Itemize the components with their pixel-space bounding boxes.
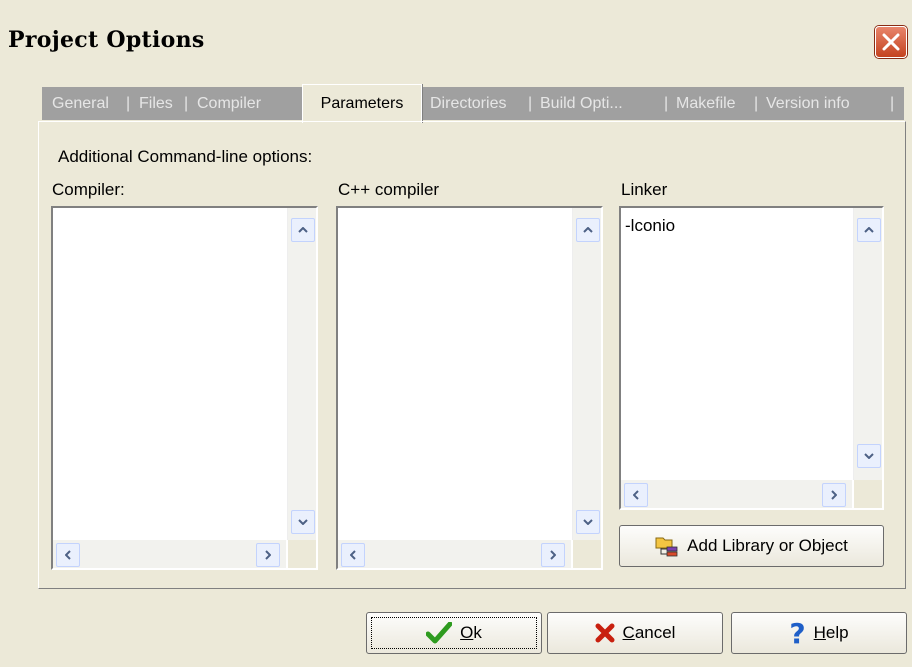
scroll-down-button[interactable] <box>576 510 600 534</box>
scroll-up-button[interactable] <box>576 218 600 242</box>
tab-strip: General | Files | Compiler Directories |… <box>42 87 904 120</box>
tab-makefile[interactable]: Makefile <box>676 87 736 120</box>
scroll-left-arrow-icon <box>65 550 71 560</box>
cancel-button[interactable]: Cancel <box>547 612 723 654</box>
add-library-button[interactable]: Add Library or Object <box>619 525 884 567</box>
folder-library-icon <box>655 535 679 557</box>
scroll-down-arrow-icon <box>864 453 874 459</box>
tab-parameters[interactable]: Parameters <box>302 84 422 123</box>
horizontal-scrollbar[interactable] <box>53 540 286 568</box>
tab-separator: | <box>126 95 131 112</box>
tab-files[interactable]: Files <box>139 87 173 120</box>
compiler-options-textarea[interactable] <box>51 206 318 570</box>
vertical-scrollbar[interactable] <box>287 208 316 540</box>
scroll-right-button[interactable] <box>541 543 565 567</box>
tab-separator: | <box>890 95 895 112</box>
vertical-scrollbar[interactable] <box>853 208 882 480</box>
scroll-right-button[interactable] <box>256 543 280 567</box>
tab-version-info[interactable]: Version info <box>766 87 850 120</box>
scroll-left-button[interactable] <box>624 483 648 507</box>
linker-label: Linker <box>621 180 668 199</box>
x-icon <box>595 623 615 643</box>
tab-separator: | <box>528 95 533 112</box>
help-label: elp <box>825 623 849 642</box>
scroll-up-button[interactable] <box>291 218 315 242</box>
scroll-left-arrow-icon <box>350 550 356 560</box>
scroll-left-arrow-icon <box>633 490 639 500</box>
scroll-right-button[interactable] <box>822 483 846 507</box>
command-line-heading: Additional Command-line options: <box>58 147 313 166</box>
scroll-up-arrow-icon <box>583 227 593 233</box>
scroll-right-arrow-icon <box>550 550 556 560</box>
ok-mnemonic: O <box>460 623 474 642</box>
scroll-up-arrow-icon <box>864 227 874 233</box>
cancel-label: ancel <box>634 623 676 642</box>
scroll-left-button[interactable] <box>56 543 80 567</box>
scroll-left-button[interactable] <box>341 543 365 567</box>
tab-compiler[interactable]: Compiler <box>197 87 261 120</box>
scrollbar-corner <box>854 480 882 508</box>
window-title: Project Options <box>8 27 205 53</box>
tab-separator: | <box>754 95 759 112</box>
ok-label: k <box>473 623 482 642</box>
cancel-mnemonic: C <box>622 623 635 642</box>
scroll-right-arrow-icon <box>265 550 271 560</box>
close-icon <box>882 33 900 51</box>
help-button[interactable]: ? Help <box>731 612 907 654</box>
scroll-up-button[interactable] <box>857 218 881 242</box>
scroll-down-arrow-icon <box>583 519 593 525</box>
scroll-down-arrow-icon <box>298 519 308 525</box>
scroll-right-arrow-icon <box>831 490 837 500</box>
question-icon: ? <box>789 616 806 650</box>
scroll-down-button[interactable] <box>857 444 881 468</box>
scrollbar-corner <box>288 540 316 568</box>
linker-options-textarea[interactable]: -lconio <box>619 206 884 510</box>
scroll-down-button[interactable] <box>291 510 315 534</box>
ok-button[interactable]: Ok <box>366 612 542 654</box>
close-button[interactable] <box>875 26 907 58</box>
tab-general[interactable]: General <box>52 87 109 120</box>
cpp-compiler-options-textarea[interactable] <box>336 206 603 570</box>
add-library-label: Add Library or Object <box>687 536 848 555</box>
checkmark-icon <box>426 622 453 644</box>
tab-separator: | <box>184 95 189 112</box>
horizontal-scrollbar[interactable] <box>338 540 571 568</box>
horizontal-scrollbar[interactable] <box>621 480 852 508</box>
scrollbar-corner <box>573 540 601 568</box>
help-mnemonic: H <box>813 623 826 642</box>
scroll-up-arrow-icon <box>298 227 308 233</box>
tab-directories[interactable]: Directories <box>430 87 506 120</box>
compiler-label: Compiler: <box>52 180 125 199</box>
vertical-scrollbar[interactable] <box>572 208 601 540</box>
title-bar: Project Options <box>0 0 912 64</box>
linker-options-text: -lconio <box>625 216 676 235</box>
cpp-compiler-label: C++ compiler <box>338 180 440 199</box>
tab-build-options[interactable]: Build Opti... <box>540 87 623 120</box>
tab-separator: | <box>664 95 669 112</box>
